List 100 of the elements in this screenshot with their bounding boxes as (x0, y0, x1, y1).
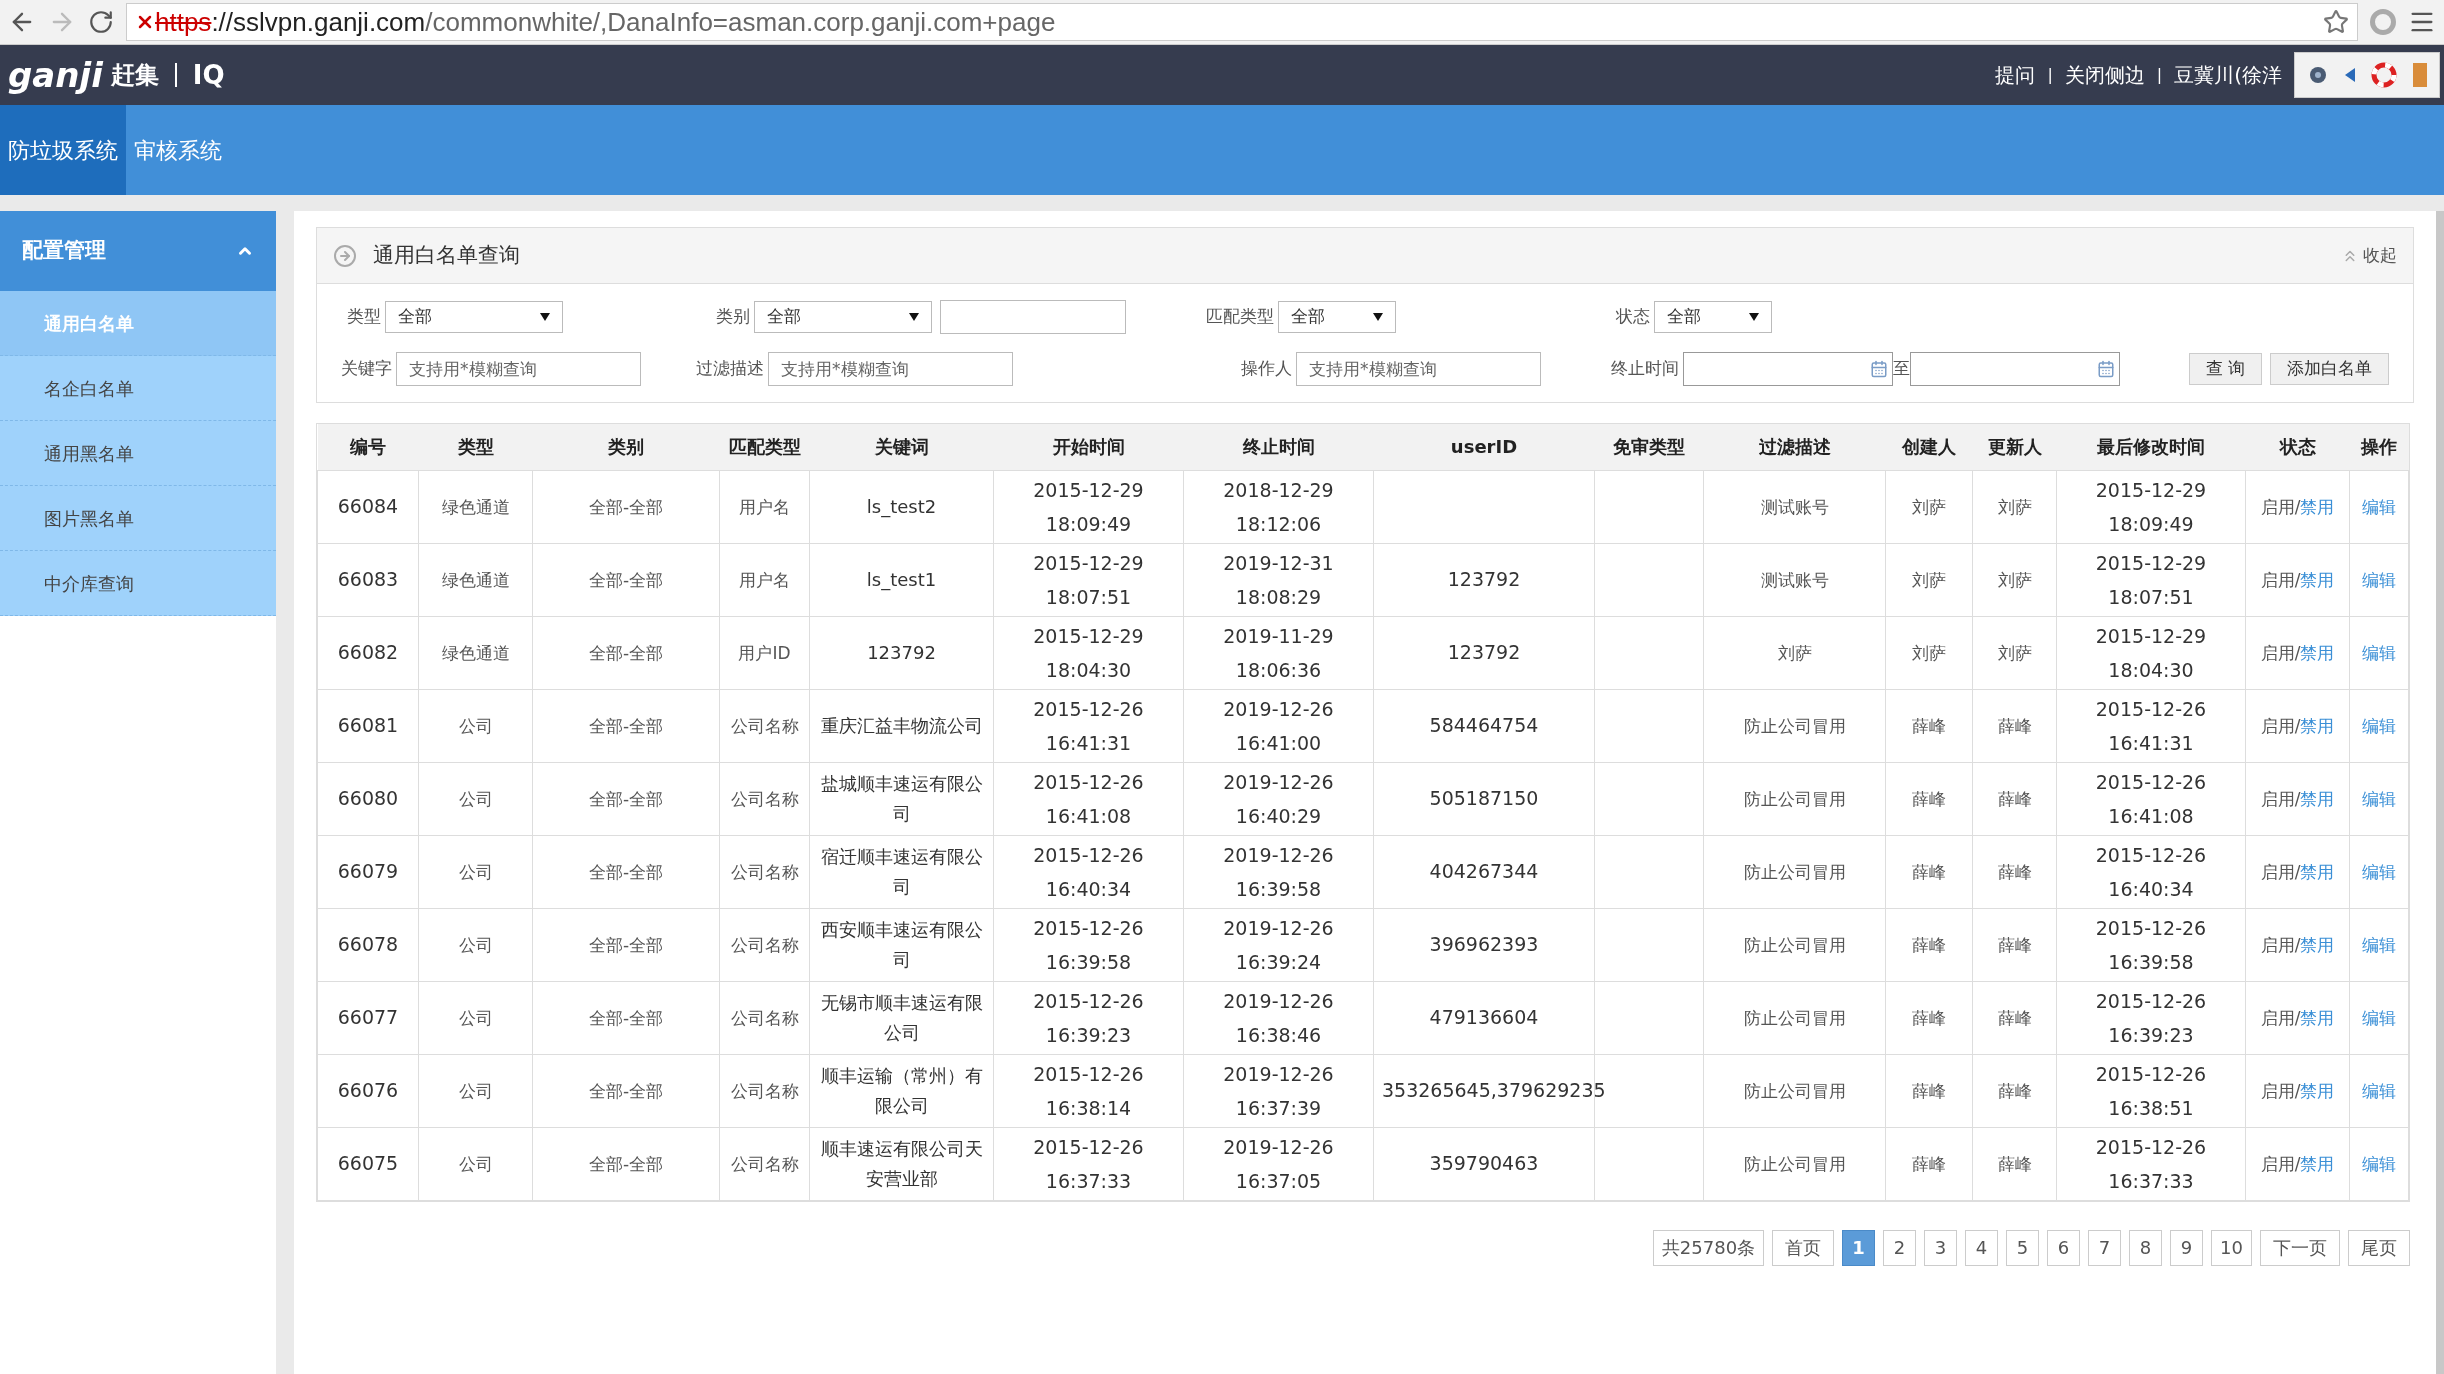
column-header: 类型 (418, 424, 533, 470)
table-cell-text: 2015-12-29 18:04:30 (2095, 623, 2207, 683)
header-link[interactable]: 提问 (1995, 60, 2036, 90)
table-cell-text: 2015-12-26 16:38:51 (2095, 1061, 2207, 1121)
table-cell: 宿迁顺丰速运有限公司 (820, 845, 983, 897)
table-cell: 重庆汇益丰物流公司 (820, 714, 983, 736)
edit-link[interactable]: 编辑 (2362, 861, 2396, 882)
first-page-button[interactable]: 首页 (1772, 1229, 1835, 1266)
table-cell: 用户名 (739, 569, 790, 590)
page-button[interactable]: 7 (2088, 1229, 2122, 1266)
reload-icon[interactable] (88, 9, 114, 35)
sidebar-item[interactable]: 通用黑名单 (0, 421, 276, 486)
table-cell: 公司名称 (730, 861, 799, 882)
calendar-icon (2097, 360, 2115, 378)
table-cell: 薛峰 (1912, 715, 1946, 736)
sidebar-item[interactable]: 图片黑名单 (0, 486, 276, 551)
column-header: 最后修改时间 (2056, 424, 2246, 470)
page-button[interactable]: 8 (2129, 1229, 2163, 1266)
table-cell: 防止公司冒用 (1743, 788, 1846, 809)
date-field[interactable] (1910, 352, 2120, 386)
disable-link[interactable]: 禁用 (2300, 1153, 2335, 1174)
status-text: 启用/ (2260, 1153, 2301, 1174)
edit-link[interactable]: 编辑 (2362, 1153, 2396, 1174)
disable-link[interactable]: 禁用 (2300, 934, 2335, 955)
next-page-button[interactable]: 下一页 (2260, 1229, 2340, 1266)
address-bar[interactable]: https://sslvpn.ganji.com/commonwhite/,DanaInfo=asman.corp.ganji.com+page (126, 3, 2358, 41)
filter-label: 类型 (347, 305, 381, 329)
text-field[interactable]: 支持用*模糊查询 (1296, 352, 1541, 386)
edit-link[interactable]: 编辑 (2362, 496, 2396, 517)
panel-title: 通用白名单查询 (373, 241, 520, 269)
disable-link[interactable]: 禁用 (2300, 861, 2335, 882)
filter-label: 状态 (1616, 305, 1650, 329)
caret-left-icon[interactable] (2345, 68, 2355, 82)
table-cell-text: 2015-12-26 16:38:14 (1032, 1061, 1145, 1121)
table-cell: 刘萨 (1912, 642, 1946, 663)
lifebuoy-icon[interactable] (2371, 62, 2397, 88)
table-cell: 刘萨 (1997, 496, 2032, 517)
table-cell: 西安顺丰速运有限公司 (820, 918, 983, 970)
sidebar-group[interactable]: 配置管理 (0, 211, 276, 291)
table-cell: 盐城顺丰速运有限公司 (820, 772, 983, 824)
table-cell-text: 2015-12-29 18:09:49 (2095, 477, 2207, 537)
gear-icon[interactable] (2307, 64, 2329, 86)
select-field[interactable]: 全部 (1278, 301, 1396, 333)
table-cell: 123792 (1447, 568, 1521, 590)
table-cell: 公司 (458, 1007, 493, 1028)
edit-link[interactable]: 编辑 (2362, 715, 2396, 736)
select-field[interactable]: 全部 (754, 301, 932, 333)
last-page-button[interactable]: 尾页 (2348, 1229, 2410, 1266)
disable-link[interactable]: 禁用 (2300, 1007, 2335, 1028)
table-cell: 66081 (337, 714, 399, 736)
select-field[interactable]: 全部 (385, 301, 563, 333)
disable-link[interactable]: 禁用 (2300, 642, 2335, 663)
bookmark-star-icon[interactable] (2323, 9, 2349, 35)
page-button[interactable]: 5 (2006, 1229, 2040, 1266)
page-button[interactable]: 9 (2170, 1229, 2204, 1266)
page-button[interactable]: 3 (1924, 1229, 1958, 1266)
column-header: 更新人 (1972, 424, 2057, 470)
date-field[interactable] (1683, 352, 1893, 386)
disable-link[interactable]: 禁用 (2300, 569, 2335, 590)
table-cell-text: 2015-12-26 16:39:58 (2095, 915, 2207, 975)
scrollbar[interactable] (2436, 211, 2444, 1374)
disable-link[interactable]: 禁用 (2300, 788, 2335, 809)
table-cell: 公司名称 (730, 1007, 799, 1028)
table-cell: 全部-全部 (588, 715, 664, 736)
table-cell: 薛峰 (1912, 934, 1946, 955)
logo-text: ganji (8, 58, 103, 92)
disable-link[interactable]: 禁用 (2300, 496, 2335, 517)
page-button[interactable]: 2 (1883, 1229, 1917, 1266)
table-cell: 刘萨 (1997, 642, 2032, 663)
header-link[interactable]: 关闭侧边 (2064, 60, 2145, 90)
edit-link[interactable]: 编辑 (2362, 788, 2396, 809)
text-field[interactable]: 支持用*模糊查询 (396, 352, 641, 386)
disable-link[interactable]: 禁用 (2300, 715, 2335, 736)
page-button[interactable]: 10 (2211, 1229, 2252, 1266)
separator: | (2047, 64, 2053, 86)
table-cell: 全部-全部 (588, 788, 664, 809)
select-field[interactable]: 全部 (1654, 301, 1772, 333)
edit-link[interactable]: 编辑 (2362, 1080, 2396, 1101)
status-text: 启用/ (2260, 861, 2301, 882)
header-link[interactable]: 豆冀川(徐洋 (2174, 60, 2282, 90)
edit-link[interactable]: 编辑 (2362, 934, 2396, 955)
page-button[interactable]: 4 (1965, 1229, 1999, 1266)
table-cell-text: 2019-12-26 16:40:29 (1222, 769, 1335, 829)
disable-link[interactable]: 禁用 (2300, 1080, 2335, 1101)
edit-link[interactable]: 编辑 (2362, 569, 2396, 590)
nav-tab[interactable]: 防垃圾系统 (0, 105, 126, 195)
table-cell: 薛峰 (1997, 1080, 2032, 1101)
nav-tab[interactable]: 审核系统 (126, 105, 230, 195)
text-field[interactable]: 支持用*模糊查询 (768, 352, 1013, 386)
sidebar-item[interactable]: 名企白名单 (0, 356, 276, 421)
edit-link[interactable]: 编辑 (2362, 642, 2396, 663)
table-cell: 全部-全部 (588, 1080, 664, 1101)
action-button[interactable]: 查 询 (2188, 353, 2262, 385)
action-button[interactable]: 添加白名单 (2270, 353, 2389, 385)
collapse-button[interactable]: 收起 (2341, 242, 2397, 269)
edit-link[interactable]: 编辑 (2362, 1007, 2396, 1028)
table-cell-text: 2019-12-26 16:37:05 (1222, 1134, 1335, 1194)
table-cell: 薛峰 (1912, 861, 1946, 882)
text-field[interactable] (940, 300, 1126, 334)
page-button[interactable]: 6 (2047, 1229, 2081, 1266)
